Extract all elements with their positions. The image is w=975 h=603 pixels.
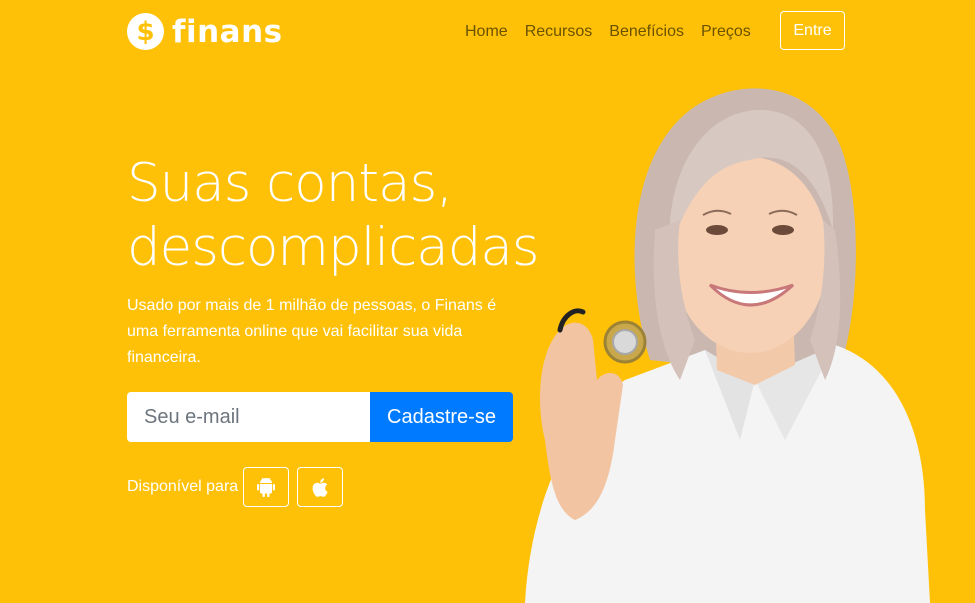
dollar-coin-icon: $ (127, 13, 164, 50)
signup-form: Cadastre-se (127, 392, 513, 442)
android-app-button[interactable] (243, 467, 290, 507)
nav-item-home[interactable]: Home (465, 22, 508, 42)
hero-headline: Suas contas, descomplicadas (127, 152, 547, 280)
brand-logo[interactable]: $ finans (127, 13, 283, 50)
nav-item-beneficios[interactable]: Benefícios (609, 22, 684, 42)
nav-item-recursos[interactable]: Recursos (525, 22, 593, 42)
hero-woman-image (525, 88, 930, 603)
hero-subtext: Usado por mais de 1 milhão de pessoas, o… (127, 297, 497, 366)
brand-name: finans (172, 13, 283, 50)
email-input[interactable] (127, 392, 370, 442)
android-icon (257, 477, 276, 497)
app-availability: Disponível para (127, 467, 351, 507)
available-label: Disponível para (127, 478, 239, 495)
ios-app-button[interactable] (297, 467, 344, 507)
headline-line-2: descomplicadas (127, 217, 540, 278)
nav-item-precos[interactable]: Preços (701, 22, 751, 42)
signup-button[interactable]: Cadastre-se (370, 392, 513, 442)
login-button[interactable]: Entre (780, 11, 845, 50)
main-nav: Home Recursos Benefícios Preços (465, 22, 768, 42)
apple-icon (312, 477, 328, 497)
headline-line-1: Suas contas, (127, 153, 453, 214)
